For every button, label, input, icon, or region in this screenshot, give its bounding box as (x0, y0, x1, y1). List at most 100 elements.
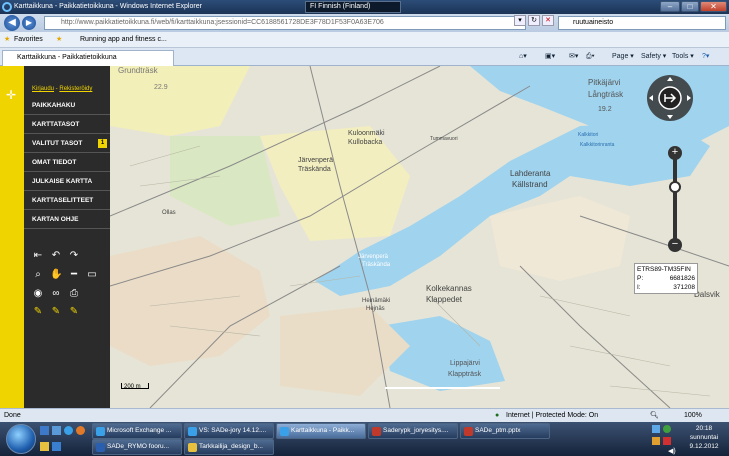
label-kallstrand: Källstrand (512, 180, 548, 189)
tray-icon[interactable] (663, 437, 671, 445)
measure-area-icon[interactable]: ▭ (86, 269, 98, 281)
taskbar-item-saderypk[interactable]: Saderypk_joryesitys.... (368, 423, 458, 439)
menu-kartan-ohje[interactable]: KARTAN OHJE (24, 211, 110, 229)
zoom-box-icon[interactable]: ⌕ (32, 269, 44, 281)
forward-icon[interactable]: ▶ (22, 16, 36, 30)
menu-valitut-tasot-label: VALITUT TASOT (32, 140, 83, 147)
register-link[interactable]: Rekisteröidy (59, 86, 92, 92)
folder-icon (188, 443, 197, 452)
search-input[interactable]: ruutuaineisto (558, 16, 726, 30)
label-elevation-2: 19.2 (598, 106, 612, 113)
map-area[interactable]: Grundträsk 22.9 Pitkäjärvi Långträsk 19.… (109, 66, 729, 408)
menu-omat-tiedot[interactable]: OMAT TIEDOT (24, 154, 110, 172)
taskbar-item-label: SADe_RYMO fooru... (107, 443, 170, 450)
menu-karttatasot[interactable]: KARTTATASOT (24, 116, 110, 134)
taskbar-item-karttaikkuna[interactable]: Karttaikkuna - Paikk... (276, 423, 366, 439)
pan-compass-icon[interactable] (646, 74, 694, 122)
search-value[interactable]: ruutuaineisto (573, 19, 613, 26)
ie-quicklaunch-icon[interactable] (64, 426, 73, 435)
coordinate-p-label: P: (637, 275, 644, 282)
page-menu[interactable]: Page ▾ (612, 50, 634, 64)
print-icon[interactable]: ⎙▾ (586, 50, 595, 64)
firefox-quicklaunch-icon[interactable] (76, 426, 85, 435)
favorites-star-icon[interactable]: ★ (4, 32, 10, 47)
draw-point-icon[interactable]: ✎ (32, 306, 44, 318)
language-bar[interactable]: FI Finnish (Finland) (305, 1, 401, 13)
compat-view-icon[interactable]: ▾ (514, 15, 526, 26)
menu-valitut-tasot[interactable]: VALITUT TASOT 1 (24, 135, 110, 153)
powerpoint-icon (464, 427, 473, 436)
switch-windows-icon[interactable] (52, 426, 61, 435)
zoom-icon[interactable]: 🔍︎ (650, 409, 659, 422)
undo-icon[interactable]: ↶ (50, 250, 62, 262)
zoom-slider-track[interactable] (673, 152, 677, 242)
redo-icon[interactable]: ↷ (68, 250, 80, 262)
stop-icon[interactable]: ✕ (542, 15, 554, 26)
address-text[interactable]: http://www.paikkatietoikkuna.fi/web/fi/k… (61, 19, 384, 26)
favorites-button[interactable]: Favorites (14, 32, 43, 47)
coordinate-i-value: 371208 (673, 284, 695, 291)
home-icon[interactable]: ⌂▾ (519, 50, 527, 64)
network-tray-icon[interactable] (652, 425, 660, 433)
measure-line-icon[interactable]: ━ (68, 269, 80, 281)
tab-karttaikkuna[interactable]: Karttaikkuna - Paikkatietoikkuna (2, 50, 174, 66)
security-zone[interactable]: Internet | Protected Mode: On (506, 409, 598, 422)
favorite-link[interactable]: Running app and fitness c... (80, 32, 167, 47)
menu-karttaselitteet[interactable]: KARTTASELITTEET (24, 192, 110, 210)
taskbar-item-sade-rymo[interactable]: SADe_RYMO fooru... (92, 439, 182, 455)
safety-menu[interactable]: Safety ▾ (641, 50, 666, 64)
label-traskanda-2: Träskända (362, 262, 391, 268)
mail-icon[interactable]: ✉▾ (569, 50, 578, 64)
clock[interactable]: 20:18 sunnuntai 9.12.2012 (680, 424, 728, 451)
collapse-menu-icon[interactable]: ✛ (6, 88, 16, 102)
taskbar-item-vs-sade[interactable]: VS: SADe-jory 14.12.... (184, 423, 274, 439)
link-icon[interactable]: ∞ (50, 288, 62, 300)
label-kolkekannas: Kolkekannas (426, 284, 472, 293)
label-ollas: Ollas (162, 210, 176, 216)
address-bar[interactable]: http://www.paikkatietoikkuna.fi/web/fi/k… (44, 16, 526, 30)
feeds-icon[interactable]: ▣▾ (545, 50, 555, 64)
add-favorite-icon[interactable]: ★ (56, 32, 62, 47)
security-tray-icon[interactable] (663, 425, 671, 433)
menu-julkaise-kartta[interactable]: JULKAISE KARTTA (24, 173, 110, 191)
zoom-out-icon[interactable]: − (668, 238, 682, 252)
tray-icon[interactable] (652, 437, 660, 445)
show-desktop-icon[interactable] (40, 426, 49, 435)
label-klapptrask: Klappträsk (448, 371, 482, 378)
label-kullobacka: Kullobacka (348, 139, 383, 146)
back-icon[interactable]: ◀ (4, 15, 20, 31)
menu-paikkahaku[interactable]: PAIKKAHAKU (24, 97, 110, 115)
label-kalkkitori: Kalkkitori (578, 132, 599, 138)
outlook-quicklaunch-icon[interactable] (52, 442, 61, 451)
pan-hand-icon[interactable]: ✋ (50, 269, 62, 281)
minimize-button[interactable]: – (660, 1, 680, 12)
draw-line-icon[interactable]: ✎ (50, 306, 62, 318)
zoom-slider-handle[interactable] (669, 181, 681, 193)
print-map-icon[interactable]: ⎙ (68, 288, 80, 300)
camera-icon[interactable]: ◉ (32, 288, 44, 300)
draw-area-icon[interactable]: ✎ (68, 306, 80, 318)
zoom-level[interactable]: 100% (684, 409, 702, 422)
maximize-button[interactable]: □ (681, 1, 699, 12)
scale-bar (121, 383, 149, 389)
taskbar-item-tarkkailija[interactable]: Tarkkailija_design_b... (184, 439, 274, 455)
tools-menu[interactable]: Tools ▾ (672, 50, 694, 64)
login-link[interactable]: Kirjaudu (32, 86, 54, 92)
navigation-bar: ◀ ▶ http://www.paikkatietoikkuna.fi/web/… (0, 14, 729, 32)
help-icon[interactable]: ?▾ (702, 50, 709, 64)
login-row: Kirjaudu - Rekisteröidy (32, 86, 92, 92)
taskbar: Microsoft Exchange ... VS: SADe-jory 14.… (0, 422, 729, 456)
start-button[interactable] (6, 424, 36, 454)
close-button[interactable]: ✕ (700, 1, 727, 12)
taskbar-item-exchange[interactable]: Microsoft Exchange ... (92, 423, 182, 439)
label-heinamaki: Heinämäki (362, 298, 391, 304)
map-canvas[interactable] (109, 66, 729, 408)
refresh-icon[interactable]: ↻ (528, 15, 540, 26)
taskbar-item-sade-ptm[interactable]: SADe_ptm.pptx (460, 423, 550, 439)
reset-view-icon[interactable]: ⇤ (32, 250, 44, 262)
zoom-in-icon[interactable]: + (668, 146, 682, 160)
explorer-quicklaunch-icon[interactable] (40, 442, 49, 451)
volume-icon[interactable]: ◀) (668, 447, 676, 455)
coordinate-p-row: P: 6681826 (637, 274, 695, 283)
taskbar-item-label: VS: SADe-jory 14.12.... (199, 427, 267, 434)
